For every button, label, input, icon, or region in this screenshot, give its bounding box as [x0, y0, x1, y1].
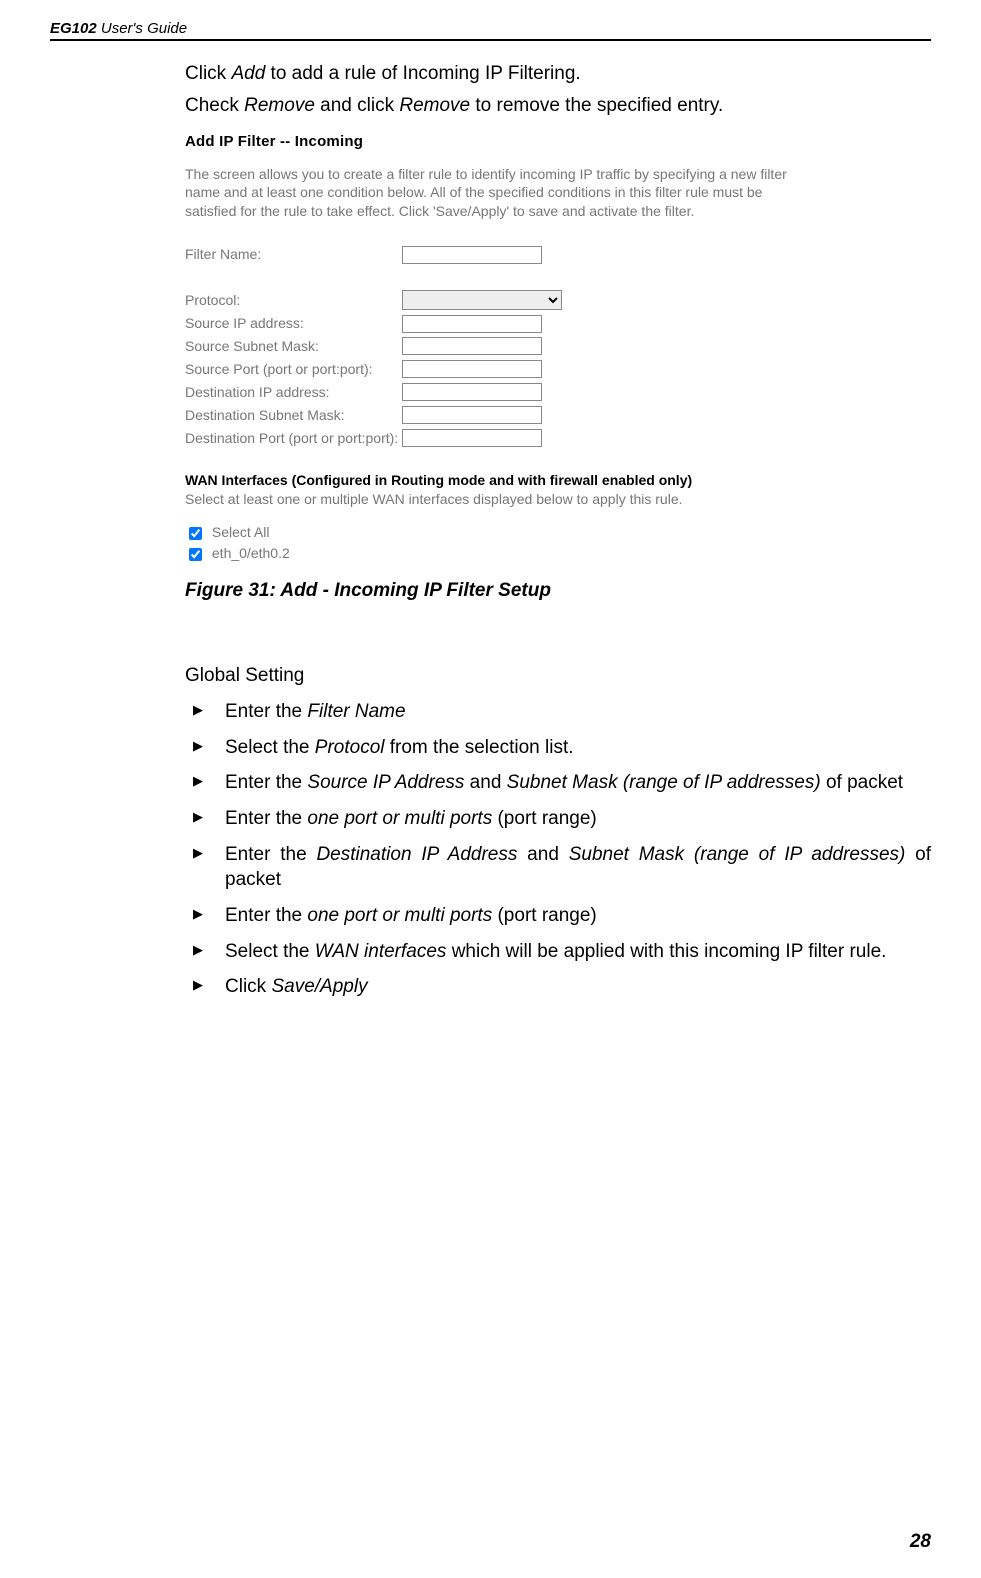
text: and — [464, 772, 506, 793]
label-dst-ip: Destination IP address: — [185, 381, 402, 404]
ital: Subnet Mask (range of IP addresses) — [569, 844, 906, 865]
ital: one port or multi ports — [307, 808, 492, 829]
shot-title: Add IP Filter -- Incoming — [185, 132, 805, 152]
text: Enter the — [225, 905, 307, 926]
global-setting-list: Enter the Filter Name Select the Protoco… — [185, 699, 931, 1000]
intro-line-add: Click Add to add a rule of Incoming IP F… — [185, 61, 931, 87]
label-src-ip: Source IP address: — [185, 312, 402, 335]
ital: WAN interfaces — [315, 941, 447, 962]
dst-port-input[interactable] — [402, 429, 542, 447]
text: Enter the — [225, 772, 307, 793]
src-ip-input[interactable] — [402, 315, 542, 333]
add-word: Add — [231, 63, 265, 84]
iface-checkbox[interactable] — [189, 548, 202, 561]
src-mask-input[interactable] — [402, 337, 542, 355]
src-port-input[interactable] — [402, 360, 542, 378]
label-src-mask: Source Subnet Mask: — [185, 335, 402, 358]
text: Select the — [225, 941, 315, 962]
dst-ip-input[interactable] — [402, 383, 542, 401]
label-dst-mask: Destination Subnet Mask: — [185, 404, 402, 427]
running-header: EG102 User's Guide — [50, 20, 931, 41]
text: Click — [185, 63, 231, 84]
label-src-port: Source Port (port or port:port): — [185, 358, 402, 381]
text: Enter the — [225, 701, 307, 722]
list-item: Enter the one port or multi ports (port … — [185, 903, 931, 929]
remove-word-1: Remove — [244, 95, 315, 116]
ital: one port or multi ports — [307, 905, 492, 926]
label-filter-name: Filter Name: — [185, 243, 402, 266]
wan-title: WAN Interfaces (Configured in Routing mo… — [185, 471, 805, 490]
figure-screenshot: Add IP Filter -- Incoming The screen all… — [185, 132, 931, 564]
text: from the selection list. — [384, 737, 573, 758]
page-number: 28 — [910, 1531, 931, 1553]
ital: Protocol — [315, 737, 385, 758]
label-dst-port: Destination Port (port or port:port): — [185, 427, 402, 450]
text: to add a rule of Incoming IP Filtering. — [265, 63, 580, 84]
list-item: Click Save/Apply — [185, 974, 931, 1000]
text: (port range) — [492, 808, 597, 829]
text: Select the — [225, 737, 315, 758]
header-product: EG102 — [50, 20, 97, 37]
text: (port range) — [492, 905, 597, 926]
remove-word-2: Remove — [399, 95, 470, 116]
dst-mask-input[interactable] — [402, 406, 542, 424]
intro-line-remove: Check Remove and click Remove to remove … — [185, 93, 931, 119]
list-item: Enter the one port or multi ports (port … — [185, 806, 931, 832]
text: to remove the specified entry. — [470, 95, 723, 116]
text: Enter the — [225, 844, 316, 865]
ital: Filter Name — [307, 701, 405, 722]
text: and — [517, 844, 568, 865]
ital: Subnet Mask (range of IP addresses) — [507, 772, 821, 793]
ital: Save/Apply — [271, 976, 367, 997]
iface-label: eth_0/eth0.2 — [212, 545, 290, 561]
protocol-select[interactable] — [402, 290, 562, 310]
figure-caption: Figure 31: Add - Incoming IP Filter Setu… — [185, 578, 931, 604]
text: Check — [185, 95, 244, 116]
select-all-checkbox[interactable] — [189, 527, 202, 540]
list-item: Enter the Source IP Address and Subnet M… — [185, 770, 931, 796]
text: Enter the — [225, 808, 307, 829]
text: and click — [315, 95, 399, 116]
text: Click — [225, 976, 271, 997]
ital: Source IP Address — [307, 772, 464, 793]
ital: Destination IP Address — [316, 844, 517, 865]
select-all-label: Select All — [212, 524, 270, 540]
label-protocol: Protocol: — [185, 288, 402, 312]
filter-name-input[interactable] — [402, 246, 542, 264]
text: of packet — [821, 772, 903, 793]
list-item: Enter the Filter Name — [185, 699, 931, 725]
shot-description: The screen allows you to create a filter… — [185, 165, 805, 222]
wan-subtitle: Select at least one or multiple WAN inte… — [185, 490, 805, 509]
list-item: Enter the Destination IP Address and Sub… — [185, 842, 931, 893]
list-item: Select the Protocol from the selection l… — [185, 735, 931, 761]
shot-form: Filter Name: Protocol: Source IP address… — [185, 243, 566, 449]
list-item: Select the WAN interfaces which will be … — [185, 939, 931, 965]
text: which will be applied with this incoming… — [446, 941, 886, 962]
header-subtitle: User's Guide — [97, 20, 187, 37]
global-setting-heading: Global Setting — [185, 663, 931, 689]
